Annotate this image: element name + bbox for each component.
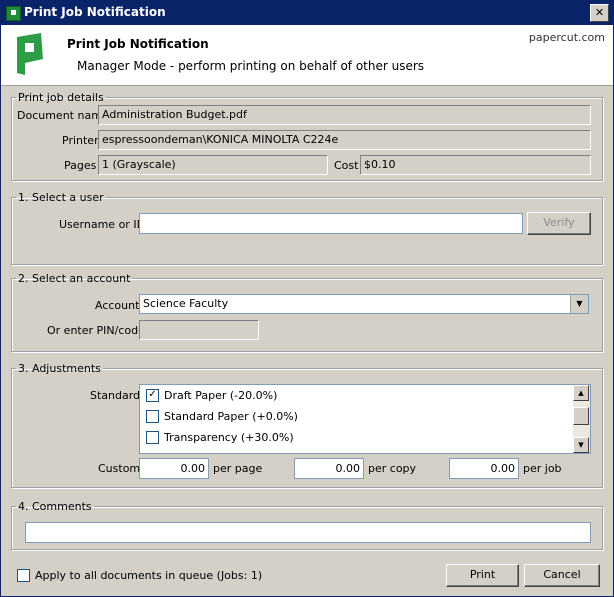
- username-label: Username or ID: [59, 218, 146, 231]
- papercut-logo-icon: [17, 33, 43, 75]
- scroll-up-icon[interactable]: ▲: [573, 385, 589, 401]
- list-item[interactable]: Standard Paper (+0.0%): [146, 409, 298, 428]
- standard-adjustments-list[interactable]: ✓ Draft Paper (-20.0%) Standard Paper (+0…: [139, 384, 591, 454]
- per-job-input[interactable]: [449, 458, 519, 479]
- cost-label: Cost: [334, 159, 359, 172]
- select-account-legend: 2. Select an account: [18, 272, 131, 285]
- per-job-label: per job: [523, 462, 562, 475]
- list-item[interactable]: ✓ Draft Paper (-20.0%): [146, 388, 278, 407]
- print-job-details-legend: Print job details: [18, 91, 104, 104]
- account-select-value: Science Faculty: [143, 297, 229, 310]
- adjustments-legend: 3. Adjustments: [18, 362, 101, 375]
- verify-button[interactable]: Verify: [527, 212, 591, 235]
- apply-all-checkbox[interactable]: [17, 568, 30, 582]
- custom-label: Custom: [98, 462, 141, 475]
- header-title: Print Job Notification: [67, 37, 209, 51]
- standard-label: Standard: [90, 389, 141, 402]
- option-label: Transparency (+30.0%): [164, 431, 294, 444]
- account-select[interactable]: Science Faculty ▼: [139, 294, 589, 314]
- per-page-label: per page: [213, 462, 263, 475]
- comments-input[interactable]: [25, 522, 591, 543]
- per-copy-input[interactable]: [294, 458, 364, 479]
- pages-label: Pages: [64, 159, 97, 172]
- title-bar[interactable]: Print Job Notification ✕: [1, 1, 613, 25]
- pages-field: 1 (Grayscale): [98, 155, 328, 175]
- per-copy-label: per copy: [368, 462, 417, 475]
- close-icon: ✕: [594, 6, 605, 19]
- brand-text: papercut.com: [528, 31, 605, 44]
- window-title: Print Job Notification: [24, 5, 166, 19]
- option-label: Standard Paper (+0.0%): [164, 410, 298, 423]
- option-label: Draft Paper (-20.0%): [164, 389, 278, 402]
- cost-field: $0.10: [360, 155, 591, 175]
- cancel-button[interactable]: Cancel: [524, 564, 600, 587]
- select-user-legend: 1. Select a user: [18, 191, 104, 204]
- papercut-app-icon: [6, 6, 21, 21]
- per-page-input[interactable]: [139, 458, 209, 479]
- checkbox[interactable]: [146, 430, 159, 444]
- checkbox[interactable]: [146, 409, 159, 423]
- list-scrollbar[interactable]: ▲ ▼: [573, 385, 590, 453]
- header-subtitle: Manager Mode - perform printing on behal…: [77, 59, 425, 73]
- list-item[interactable]: Transparency (+30.0%): [146, 430, 294, 449]
- apply-all-label: Apply to all documents in queue (Jobs: 1…: [35, 569, 263, 582]
- comments-legend: 4. Comments: [18, 500, 92, 513]
- dialog-header: Print Job Notification Manager Mode - pe…: [1, 25, 613, 86]
- printer-field: espressoondeman\KONICA MINOLTA C224e: [98, 130, 591, 150]
- account-label: Account: [95, 299, 140, 312]
- pin-field[interactable]: [139, 320, 259, 340]
- username-input[interactable]: [139, 213, 523, 234]
- apply-all-row[interactable]: Apply to all documents in queue (Jobs: 1…: [17, 568, 263, 583]
- scroll-thumb[interactable]: [573, 407, 589, 425]
- document-name-field: Administration Budget.pdf: [98, 105, 591, 125]
- print-job-dialog: Print Job Notification ✕ Print Job Notif…: [0, 0, 614, 597]
- document-name-label: Document name: [17, 109, 109, 122]
- close-button[interactable]: ✕: [590, 4, 609, 22]
- pin-label: Or enter PIN/code: [47, 324, 145, 337]
- chevron-down-icon[interactable]: ▼: [570, 295, 588, 313]
- printer-label: Printer: [62, 134, 99, 147]
- scroll-down-icon[interactable]: ▼: [573, 437, 589, 453]
- checkbox[interactable]: ✓: [146, 388, 159, 402]
- print-button[interactable]: Print: [446, 564, 519, 587]
